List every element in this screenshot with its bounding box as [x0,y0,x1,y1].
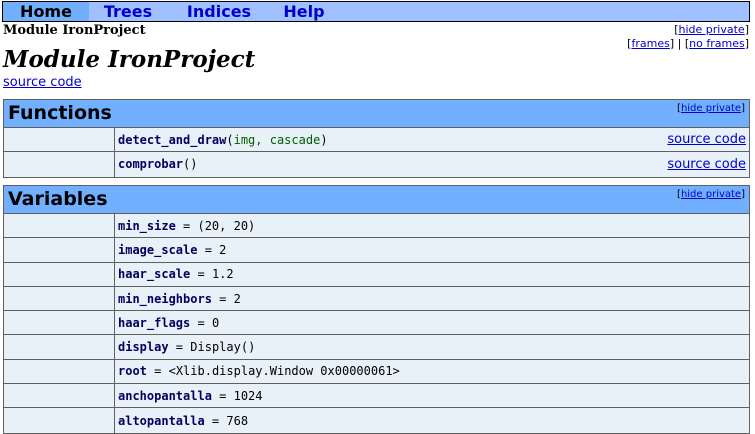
variable-row: min_neighbors = 2 [4,286,749,312]
nav-trees[interactable]: Trees [89,2,167,21]
nav-home[interactable]: Home [3,2,89,21]
variables-title: Variables [8,188,108,210]
variable-value: 768 [226,413,249,428]
variables-header: Variables [hide private] [4,186,749,214]
functions-header: Functions [hide private] [4,100,749,128]
page-title: Module IronProject [3,46,256,73]
variable-row: altopantalla = 768 [4,408,749,433]
function-row: detect_and_draw(img, cascade) source cod… [4,128,749,153]
module-source-link[interactable]: source code [3,75,82,90]
functions-title: Functions [8,102,112,124]
link-separator: | [677,37,682,50]
function-name[interactable]: detect_and_draw [118,133,226,147]
variable-value: 0 [211,315,220,330]
variable-name[interactable]: haar_scale [118,267,190,281]
frames-link[interactable]: frames [631,37,669,50]
function-params: img, cascade [233,132,321,147]
variable-row: min_size = (20, 20) [4,214,749,239]
no-frames-link[interactable]: no frames [689,37,745,50]
variables-hide-private-link[interactable]: hide private [681,189,741,200]
variable-row: haar_flags = 0 [4,311,749,336]
functions-table: Functions [hide private] detect_and_draw… [3,99,750,178]
variable-name[interactable]: image_scale [118,243,197,257]
variable-name[interactable]: min_neighbors [118,292,212,306]
function-row: comprobar() source code [4,152,749,177]
variable-value: 2 [219,242,227,257]
variable-name[interactable]: min_size [118,219,176,233]
variable-value: 1.2 [211,267,234,282]
variable-value: Display() [190,340,256,355]
variable-name[interactable]: haar_flags [118,316,190,330]
variable-value: <Xlib.display.Window 0x00000061> [168,364,400,379]
breadcrumb: Module IronProject [3,23,146,38]
variable-row: image_scale = 2 [4,238,749,263]
variable-value: 1024 [233,388,263,403]
functions-hide-private-link[interactable]: hide private [681,103,741,114]
function-name[interactable]: comprobar [118,157,183,171]
variable-row: root = <Xlib.display.Window 0x00000061> [4,359,749,385]
function-source-link[interactable]: source code [667,157,746,172]
top-links: [hide private] [frames] | [no frames] [627,23,749,50]
variable-value: (20, 20) [197,218,256,233]
nav-indices[interactable]: Indices [167,2,271,21]
variable-name[interactable]: display [118,340,169,354]
hide-private-link[interactable]: hide private [679,23,745,36]
variable-name[interactable]: root [118,364,147,378]
variable-row: anchopantalla = 1024 [4,384,749,409]
variable-row: display = Display() [4,335,749,360]
variables-table: Variables [hide private] min_size = (20,… [3,185,750,434]
function-source-link[interactable]: source code [667,132,746,147]
variable-name[interactable]: altopantalla [118,414,205,428]
variable-row: haar_scale = 1.2 [4,262,749,287]
nav-help[interactable]: Help [271,2,337,21]
navbar: Home Trees Indices Help [2,1,750,22]
variable-value: 2 [233,291,241,306]
variable-name[interactable]: anchopantalla [118,389,212,403]
